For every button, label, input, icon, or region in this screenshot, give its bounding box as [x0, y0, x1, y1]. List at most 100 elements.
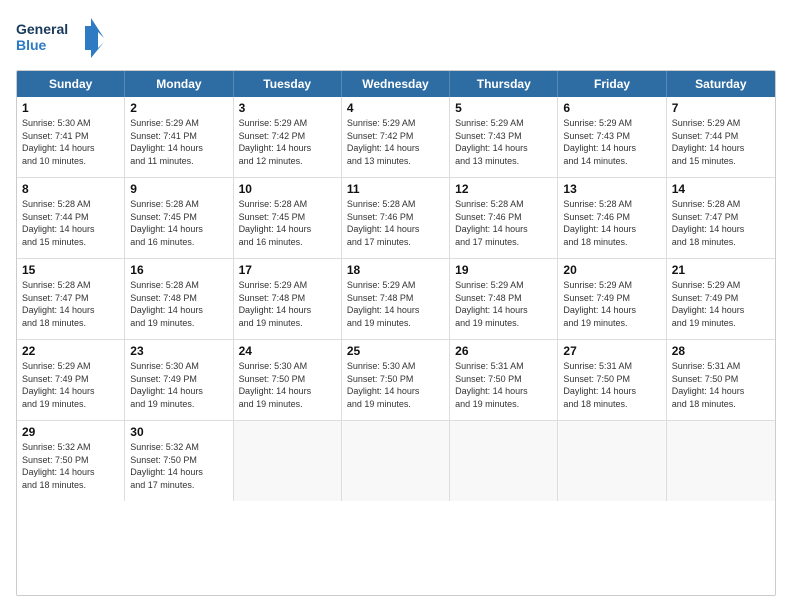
- calendar-row-3: 22 Sunrise: 5:29 AMSunset: 7:49 PMDayligh…: [17, 340, 775, 421]
- cell-info: Sunrise: 5:31 AMSunset: 7:50 PMDaylight:…: [672, 360, 770, 410]
- calendar-cell: [450, 421, 558, 501]
- day-number: 26: [455, 344, 552, 358]
- cell-info: Sunrise: 5:31 AMSunset: 7:50 PMDaylight:…: [455, 360, 552, 410]
- cell-info: Sunrise: 5:28 AMSunset: 7:46 PMDaylight:…: [347, 198, 444, 248]
- calendar-cell: 9 Sunrise: 5:28 AMSunset: 7:45 PMDaylight…: [125, 178, 233, 258]
- day-number: 2: [130, 101, 227, 115]
- day-number: 11: [347, 182, 444, 196]
- svg-text:Blue: Blue: [16, 37, 47, 53]
- day-number: 24: [239, 344, 336, 358]
- calendar-cell: 29Sunrise: 5:32 AMSunset: 7:50 PMDayligh…: [17, 421, 125, 501]
- calendar-cell: 6 Sunrise: 5:29 AMSunset: 7:43 PMDaylight…: [558, 97, 666, 177]
- calendar-row-4: 29Sunrise: 5:32 AMSunset: 7:50 PMDayligh…: [17, 421, 775, 501]
- calendar-cell: 18 Sunrise: 5:29 AMSunset: 7:48 PMDayligh…: [342, 259, 450, 339]
- day-number: 5: [455, 101, 552, 115]
- cell-info: Sunrise: 5:29 AMSunset: 7:49 PMDaylight:…: [563, 279, 660, 329]
- calendar-body: 1 Sunrise: 5:30 AMSunset: 7:41 PMDaylight…: [17, 97, 775, 501]
- calendar-cell: 7 Sunrise: 5:29 AMSunset: 7:44 PMDaylight…: [667, 97, 775, 177]
- day-number: 20: [563, 263, 660, 277]
- weekday-header-saturday: Saturday: [667, 71, 775, 97]
- calendar-cell: 12Sunrise: 5:28 AMSunset: 7:46 PMDayligh…: [450, 178, 558, 258]
- calendar-cell: 22 Sunrise: 5:29 AMSunset: 7:49 PMDayligh…: [17, 340, 125, 420]
- cell-info: Sunrise: 5:29 AMSunset: 7:48 PMDaylight:…: [347, 279, 444, 329]
- calendar-cell: 11 Sunrise: 5:28 AMSunset: 7:46 PMDayligh…: [342, 178, 450, 258]
- day-number: 17: [239, 263, 336, 277]
- calendar-cell: 3Sunrise: 5:29 AMSunset: 7:42 PMDaylight…: [234, 97, 342, 177]
- calendar-cell: 2 Sunrise: 5:29 AMSunset: 7:41 PMDaylight…: [125, 97, 233, 177]
- weekday-header-sunday: Sunday: [17, 71, 125, 97]
- page: General Blue SundayMondayTuesdayWednesda…: [0, 0, 792, 612]
- calendar-cell: 25 Sunrise: 5:30 AMSunset: 7:50 PMDayligh…: [342, 340, 450, 420]
- calendar-cell: 27 Sunrise: 5:31 AMSunset: 7:50 PMDayligh…: [558, 340, 666, 420]
- logo: General Blue: [16, 16, 106, 60]
- day-number: 4: [347, 101, 444, 115]
- day-number: 22: [22, 344, 119, 358]
- calendar-cell: 14 Sunrise: 5:28 AMSunset: 7:47 PMDayligh…: [667, 178, 775, 258]
- cell-info: Sunrise: 5:29 AMSunset: 7:41 PMDaylight:…: [130, 117, 227, 167]
- day-number: 10: [239, 182, 336, 196]
- cell-info: Sunrise: 5:28 AMSunset: 7:46 PMDaylight:…: [455, 198, 552, 248]
- calendar-cell: 20 Sunrise: 5:29 AMSunset: 7:49 PMDayligh…: [558, 259, 666, 339]
- weekday-header-thursday: Thursday: [450, 71, 558, 97]
- weekday-header-wednesday: Wednesday: [342, 71, 450, 97]
- calendar-cell: 23Sunrise: 5:30 AMSunset: 7:49 PMDayligh…: [125, 340, 233, 420]
- calendar-cell: 8 Sunrise: 5:28 AMSunset: 7:44 PMDaylight…: [17, 178, 125, 258]
- cell-info: Sunrise: 5:32 AMSunset: 7:50 PMDaylight:…: [130, 441, 227, 491]
- calendar: SundayMondayTuesdayWednesdayThursdayFrid…: [16, 70, 776, 596]
- day-number: 7: [672, 101, 770, 115]
- cell-info: Sunrise: 5:28 AMSunset: 7:47 PMDaylight:…: [672, 198, 770, 248]
- calendar-cell: 13 Sunrise: 5:28 AMSunset: 7:46 PMDayligh…: [558, 178, 666, 258]
- cell-info: Sunrise: 5:28 AMSunset: 7:44 PMDaylight:…: [22, 198, 119, 248]
- cell-info: Sunrise: 5:28 AMSunset: 7:45 PMDaylight:…: [239, 198, 336, 248]
- day-number: 27: [563, 344, 660, 358]
- calendar-cell: 4 Sunrise: 5:29 AMSunset: 7:42 PMDaylight…: [342, 97, 450, 177]
- cell-info: Sunrise: 5:29 AMSunset: 7:44 PMDaylight:…: [672, 117, 770, 167]
- calendar-header: SundayMondayTuesdayWednesdayThursdayFrid…: [17, 71, 775, 97]
- day-number: 6: [563, 101, 660, 115]
- day-number: 1: [22, 101, 119, 115]
- calendar-cell: 1 Sunrise: 5:30 AMSunset: 7:41 PMDaylight…: [17, 97, 125, 177]
- header: General Blue: [16, 16, 776, 60]
- calendar-cell: 21Sunrise: 5:29 AMSunset: 7:49 PMDayligh…: [667, 259, 775, 339]
- cell-info: Sunrise: 5:31 AMSunset: 7:50 PMDaylight:…: [563, 360, 660, 410]
- cell-info: Sunrise: 5:29 AMSunset: 7:42 PMDaylight:…: [239, 117, 336, 167]
- cell-info: Sunrise: 5:29 AMSunset: 7:49 PMDaylight:…: [672, 279, 770, 329]
- cell-info: Sunrise: 5:28 AMSunset: 7:45 PMDaylight:…: [130, 198, 227, 248]
- calendar-cell: 30 Sunrise: 5:32 AMSunset: 7:50 PMDayligh…: [125, 421, 233, 501]
- day-number: 28: [672, 344, 770, 358]
- cell-info: Sunrise: 5:32 AMSunset: 7:50 PMDaylight:…: [22, 441, 119, 491]
- day-number: 13: [563, 182, 660, 196]
- calendar-cell: 28 Sunrise: 5:31 AMSunset: 7:50 PMDayligh…: [667, 340, 775, 420]
- calendar-cell: [342, 421, 450, 501]
- day-number: 18: [347, 263, 444, 277]
- svg-text:General: General: [16, 21, 68, 37]
- day-number: 9: [130, 182, 227, 196]
- cell-info: Sunrise: 5:28 AMSunset: 7:47 PMDaylight:…: [22, 279, 119, 329]
- cell-info: Sunrise: 5:29 AMSunset: 7:43 PMDaylight:…: [455, 117, 552, 167]
- calendar-cell: 5 Sunrise: 5:29 AMSunset: 7:43 PMDaylight…: [450, 97, 558, 177]
- cell-info: Sunrise: 5:29 AMSunset: 7:42 PMDaylight:…: [347, 117, 444, 167]
- weekday-header-friday: Friday: [558, 71, 666, 97]
- cell-info: Sunrise: 5:28 AMSunset: 7:46 PMDaylight:…: [563, 198, 660, 248]
- cell-info: Sunrise: 5:30 AMSunset: 7:50 PMDaylight:…: [239, 360, 336, 410]
- calendar-row-0: 1 Sunrise: 5:30 AMSunset: 7:41 PMDaylight…: [17, 97, 775, 178]
- day-number: 25: [347, 344, 444, 358]
- day-number: 30: [130, 425, 227, 439]
- cell-info: Sunrise: 5:30 AMSunset: 7:41 PMDaylight:…: [22, 117, 119, 167]
- calendar-row-1: 8 Sunrise: 5:28 AMSunset: 7:44 PMDaylight…: [17, 178, 775, 259]
- calendar-cell: 16Sunrise: 5:28 AMSunset: 7:48 PMDayligh…: [125, 259, 233, 339]
- calendar-cell: 24 Sunrise: 5:30 AMSunset: 7:50 PMDayligh…: [234, 340, 342, 420]
- weekday-header-tuesday: Tuesday: [234, 71, 342, 97]
- calendar-cell: 15Sunrise: 5:28 AMSunset: 7:47 PMDayligh…: [17, 259, 125, 339]
- day-number: 16: [130, 263, 227, 277]
- cell-info: Sunrise: 5:29 AMSunset: 7:49 PMDaylight:…: [22, 360, 119, 410]
- general-blue-logo-svg: General Blue: [16, 16, 106, 60]
- day-number: 8: [22, 182, 119, 196]
- cell-info: Sunrise: 5:29 AMSunset: 7:43 PMDaylight:…: [563, 117, 660, 167]
- day-number: 14: [672, 182, 770, 196]
- cell-info: Sunrise: 5:30 AMSunset: 7:50 PMDaylight:…: [347, 360, 444, 410]
- calendar-cell: 10 Sunrise: 5:28 AMSunset: 7:45 PMDayligh…: [234, 178, 342, 258]
- calendar-cell: [667, 421, 775, 501]
- day-number: 23: [130, 344, 227, 358]
- calendar-cell: 17Sunrise: 5:29 AMSunset: 7:48 PMDayligh…: [234, 259, 342, 339]
